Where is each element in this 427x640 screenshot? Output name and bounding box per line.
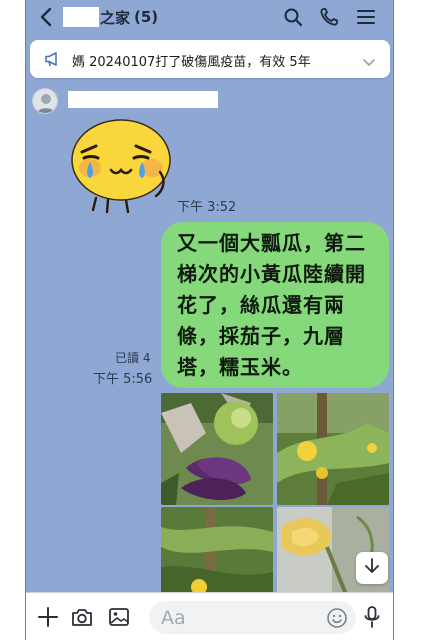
cucumber-flower-photo[interactable] <box>277 393 389 505</box>
message-text: 又一個大瓢瓜，第二梯次的小黃瓜陸續開花了，絲瓜還有兩條，採茄子，九層塔，糯玉米。 <box>177 231 366 379</box>
redacted-name-block <box>63 7 99 27</box>
redacted-sender-name <box>68 91 218 108</box>
message-input[interactable] <box>149 601 356 634</box>
emoji-icon[interactable] <box>326 607 348 629</box>
scroll-to-bottom-button[interactable] <box>356 552 388 584</box>
crying-yellow-face-sticker[interactable] <box>66 110 176 214</box>
message-bubble[interactable]: 又一個大瓢瓜，第二梯次的小黃瓜陸續開花了，絲瓜還有兩條，採茄子，九層塔，糯玉米。 <box>161 222 389 388</box>
chevron-down-icon[interactable] <box>362 53 376 72</box>
chat-title-suffix: 之家 <box>100 8 131 27</box>
photo-grid <box>161 393 389 597</box>
chat-header: 之家 (5) <box>26 0 393 36</box>
message-time: 下午 3:52 <box>177 200 237 215</box>
garden-stake-photo[interactable] <box>161 507 273 597</box>
camera-icon[interactable] <box>69 604 95 630</box>
chat-screen: 之家 (5) 媽 20240107打了破傷風疫苗，有效 5年 下午 3:52 又… <box>25 0 394 640</box>
read-receipt: 已讀 4 <box>115 351 151 365</box>
plus-icon[interactable] <box>35 604 61 630</box>
image-icon[interactable] <box>106 604 132 630</box>
message-toolbar <box>26 592 393 640</box>
chat-title[interactable]: 之家 (5) <box>63 6 158 28</box>
announcement-text: 媽 20240107打了破傷風疫苗，有效 5年 <box>72 55 311 70</box>
back-chevron-icon[interactable] <box>34 5 58 29</box>
arrow-down-icon <box>364 557 380 579</box>
avatar[interactable] <box>32 88 58 114</box>
phone-icon[interactable] <box>317 5 341 29</box>
member-count: (5) <box>134 8 159 26</box>
megaphone-icon <box>44 51 62 71</box>
search-icon[interactable] <box>281 5 305 29</box>
announcement-bar[interactable]: 媽 20240107打了破傷風疫苗，有效 5年 <box>30 40 390 78</box>
hamburger-menu-icon[interactable] <box>354 5 378 29</box>
message-time: 下午 5:56 <box>93 372 153 387</box>
eggplant-and-gourd-photo[interactable] <box>161 393 273 505</box>
microphone-icon[interactable] <box>359 604 385 630</box>
